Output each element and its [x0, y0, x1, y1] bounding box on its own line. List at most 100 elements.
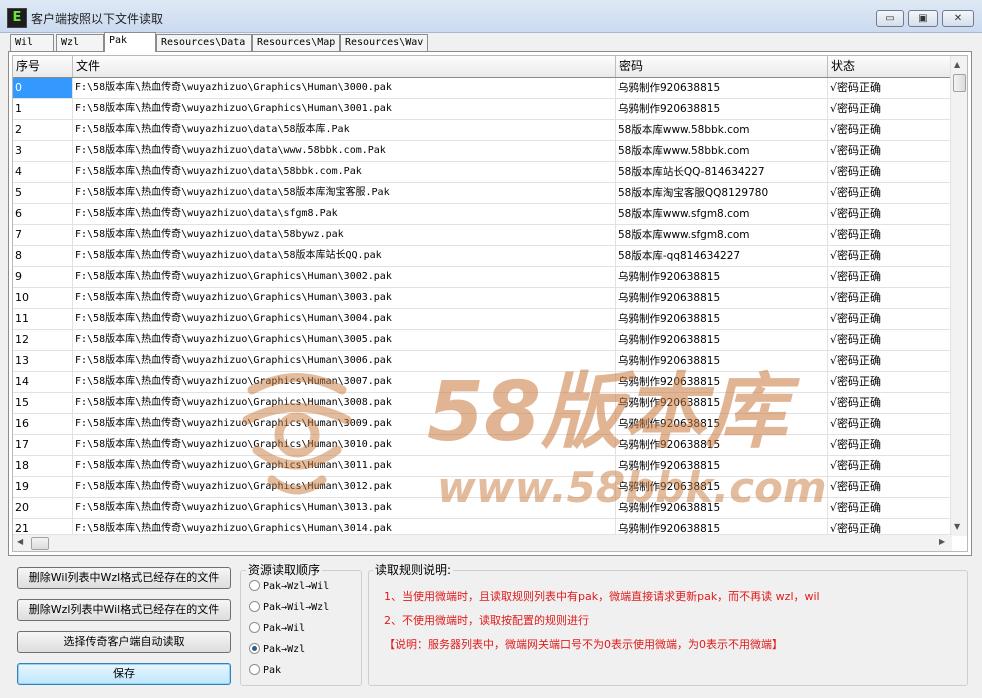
cell-password[interactable]: 58版本库www.sfgm8.com	[616, 204, 828, 224]
cell-file[interactable]: F:\58版本库\热血传奇\wuyazhizuo\Graphics\Human\…	[73, 330, 616, 350]
cell-index[interactable]: 19	[13, 477, 73, 497]
cell-status[interactable]: √密码正确	[828, 456, 952, 476]
table-row[interactable]: 7 F:\58版本库\热血传奇\wuyazhizuo\data\58bywz.pa…	[13, 225, 952, 246]
table-row[interactable]: 13 F:\58版本库\热血传奇\wuyazhizuo\Graphics\Huma…	[13, 351, 952, 372]
table-row[interactable]: 5 F:\58版本库\热血传奇\wuyazhizuo\data\58版本库淘宝客服…	[13, 183, 952, 204]
table-row[interactable]: 20 F:\58版本库\热血传奇\wuyazhizuo\Graphics\Huma…	[13, 498, 952, 519]
cell-index[interactable]: 10	[13, 288, 73, 308]
cell-password[interactable]: 乌鸦制作920638815	[616, 330, 828, 350]
tab-resources-map[interactable]: Resources\Map	[252, 34, 340, 51]
cell-status[interactable]: √密码正确	[828, 309, 952, 329]
save-button[interactable]: 保存	[17, 663, 231, 685]
cell-index[interactable]: 7	[13, 225, 73, 245]
table-row[interactable]: 1 F:\58版本库\热血传奇\wuyazhizuo\Graphics\Human…	[13, 99, 952, 120]
cell-index[interactable]: 4	[13, 162, 73, 182]
cell-index[interactable]: 20	[13, 498, 73, 518]
cell-index[interactable]: 11	[13, 309, 73, 329]
cell-password[interactable]: 乌鸦制作920638815	[616, 498, 828, 518]
cell-file[interactable]: F:\58版本库\热血传奇\wuyazhizuo\data\58版本库.Pak	[73, 120, 616, 140]
horizontal-scroll-thumb[interactable]	[31, 537, 49, 550]
table-row[interactable]: 17 F:\58版本库\热血传奇\wuyazhizuo\Graphics\Huma…	[13, 435, 952, 456]
cell-status[interactable]: √密码正确	[828, 288, 952, 308]
cell-file[interactable]: F:\58版本库\热血传奇\wuyazhizuo\data\www.58bbk.…	[73, 141, 616, 161]
table-row[interactable]: 12 F:\58版本库\热血传奇\wuyazhizuo\Graphics\Huma…	[13, 330, 952, 351]
tab-wzl[interactable]: Wzl	[56, 34, 104, 51]
cell-status[interactable]: √密码正确	[828, 267, 952, 287]
cell-status[interactable]: √密码正确	[828, 477, 952, 497]
cell-password[interactable]: 乌鸦制作920638815	[616, 414, 828, 434]
table-row[interactable]: 18 F:\58版本库\热血传奇\wuyazhizuo\Graphics\Huma…	[13, 456, 952, 477]
cell-status[interactable]: √密码正确	[828, 225, 952, 245]
cell-file[interactable]: F:\58版本库\热血传奇\wuyazhizuo\Graphics\Human\…	[73, 267, 616, 287]
cell-status[interactable]: √密码正确	[828, 351, 952, 371]
auto-read-client-button[interactable]: 选择传奇客户端自动读取	[17, 631, 231, 653]
cell-status[interactable]: √密码正确	[828, 330, 952, 350]
table-row[interactable]: 19 F:\58版本库\热血传奇\wuyazhizuo\Graphics\Huma…	[13, 477, 952, 498]
cell-password[interactable]: 58版本库www.sfgm8.com	[616, 225, 828, 245]
radio-unchecked-icon[interactable]	[249, 601, 260, 612]
table-row[interactable]: 9 F:\58版本库\热血传奇\wuyazhizuo\Graphics\Human…	[13, 267, 952, 288]
cell-index[interactable]: 16	[13, 414, 73, 434]
cell-file[interactable]: F:\58版本库\热血传奇\wuyazhizuo\data\58版本库站长QQ.…	[73, 246, 616, 266]
table-row[interactable]: 0 F:\58版本库\热血传奇\wuyazhizuo\Graphics\Human…	[13, 78, 952, 99]
cell-status[interactable]: √密码正确	[828, 99, 952, 119]
cell-index[interactable]: 1	[13, 99, 73, 119]
cell-password[interactable]: 乌鸦制作920638815	[616, 456, 828, 476]
cell-status[interactable]: √密码正确	[828, 183, 952, 203]
vertical-scroll-thumb[interactable]	[953, 74, 966, 92]
cell-file[interactable]: F:\58版本库\热血传奇\wuyazhizuo\Graphics\Human\…	[73, 99, 616, 119]
cell-password[interactable]: 乌鸦制作920638815	[616, 267, 828, 287]
cell-file[interactable]: F:\58版本库\热血传奇\wuyazhizuo\data\58bywz.pak	[73, 225, 616, 245]
cell-status[interactable]: √密码正确	[828, 141, 952, 161]
cell-status[interactable]: √密码正确	[828, 78, 952, 98]
cell-file[interactable]: F:\58版本库\热血传奇\wuyazhizuo\Graphics\Human\…	[73, 309, 616, 329]
file-grid[interactable]: 序号 文件 密码 状态 0 F:\58版本库\热血传奇\wuyazhizuo\Gr…	[12, 55, 968, 552]
cell-index[interactable]: 12	[13, 330, 73, 350]
tab-pak[interactable]: Pak	[104, 32, 156, 52]
cell-password[interactable]: 乌鸦制作920638815	[616, 372, 828, 392]
radio-order-option[interactable]: Pak→Wzl	[249, 642, 305, 658]
table-row[interactable]: 6 F:\58版本库\热血传奇\wuyazhizuo\data\sfgm8.Pak…	[13, 204, 952, 225]
table-row[interactable]: 16 F:\58版本库\热血传奇\wuyazhizuo\Graphics\Huma…	[13, 414, 952, 435]
cell-file[interactable]: F:\58版本库\热血传奇\wuyazhizuo\data\sfgm8.Pak	[73, 204, 616, 224]
cell-status[interactable]: √密码正确	[828, 120, 952, 140]
scroll-up-icon[interactable]: ▲	[954, 60, 960, 69]
cell-file[interactable]: F:\58版本库\热血传奇\wuyazhizuo\Graphics\Human\…	[73, 351, 616, 371]
cell-password[interactable]: 乌鸦制作920638815	[616, 477, 828, 497]
cell-file[interactable]: F:\58版本库\热血传奇\wuyazhizuo\Graphics\Human\…	[73, 498, 616, 518]
scroll-left-icon[interactable]: ◀	[17, 537, 23, 546]
cell-index[interactable]: 13	[13, 351, 73, 371]
cell-index[interactable]: 2	[13, 120, 73, 140]
cell-password[interactable]: 乌鸦制作920638815	[616, 435, 828, 455]
cell-password[interactable]: 乌鸦制作920638815	[616, 309, 828, 329]
cell-status[interactable]: √密码正确	[828, 498, 952, 518]
cell-password[interactable]: 58版本库淘宝客服QQ8129780	[616, 183, 828, 203]
cell-index[interactable]: 5	[13, 183, 73, 203]
cell-password[interactable]: 乌鸦制作920638815	[616, 351, 828, 371]
cell-file[interactable]: F:\58版本库\热血传奇\wuyazhizuo\Graphics\Human\…	[73, 288, 616, 308]
table-row[interactable]: 14 F:\58版本库\热血传奇\wuyazhizuo\Graphics\Huma…	[13, 372, 952, 393]
cell-file[interactable]: F:\58版本库\热血传奇\wuyazhizuo\Graphics\Human\…	[73, 78, 616, 98]
col-header-password[interactable]: 密码	[616, 56, 828, 77]
radio-checked-icon[interactable]	[249, 643, 260, 654]
cell-index[interactable]: 8	[13, 246, 73, 266]
cell-status[interactable]: √密码正确	[828, 246, 952, 266]
tab-resources-wav[interactable]: Resources\Wav	[340, 34, 428, 51]
cell-status[interactable]: √密码正确	[828, 414, 952, 434]
cell-index[interactable]: 15	[13, 393, 73, 413]
horizontal-scrollbar[interactable]: ◀ ▶	[13, 534, 952, 551]
cell-file[interactable]: F:\58版本库\热血传奇\wuyazhizuo\Graphics\Human\…	[73, 477, 616, 497]
cell-password[interactable]: 乌鸦制作920638815	[616, 78, 828, 98]
table-row[interactable]: 11 F:\58版本库\热血传奇\wuyazhizuo\Graphics\Huma…	[13, 309, 952, 330]
table-row[interactable]: 8 F:\58版本库\热血传奇\wuyazhizuo\data\58版本库站长QQ…	[13, 246, 952, 267]
cell-password[interactable]: 乌鸦制作920638815	[616, 99, 828, 119]
scroll-down-icon[interactable]: ▼	[954, 522, 960, 531]
col-header-file[interactable]: 文件	[73, 56, 616, 77]
radio-unchecked-icon[interactable]	[249, 580, 260, 591]
radio-order-option[interactable]: Pak→Wzl→Wil	[249, 579, 329, 595]
cell-status[interactable]: √密码正确	[828, 162, 952, 182]
cell-password[interactable]: 乌鸦制作920638815	[616, 393, 828, 413]
cell-file[interactable]: F:\58版本库\热血传奇\wuyazhizuo\data\58bbk.com.…	[73, 162, 616, 182]
delete-wil-duplicates-button[interactable]: 删除Wil列表中Wzl格式已经存在的文件	[17, 567, 231, 589]
cell-password[interactable]: 58版本库www.58bbk.com	[616, 141, 828, 161]
